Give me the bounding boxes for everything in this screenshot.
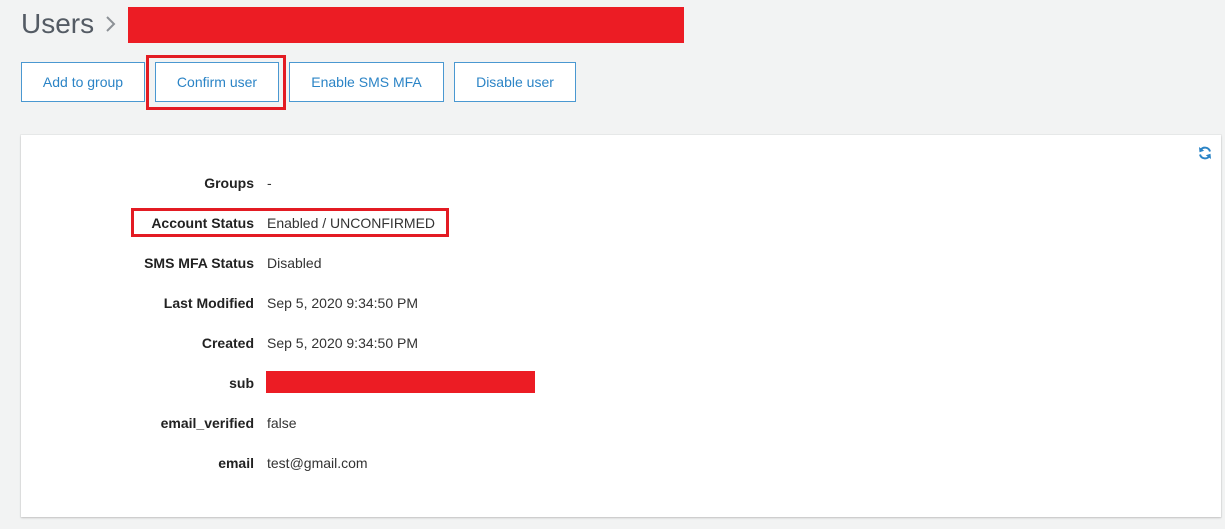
detail-row-last-modified: Last Modified Sep 5, 2020 9:34:50 PM <box>21 293 1121 313</box>
detail-value: Enabled / UNCONFIRMED <box>267 215 436 231</box>
detail-value: - <box>267 175 272 191</box>
detail-value: Sep 5, 2020 9:34:50 PM <box>267 335 418 351</box>
confirm-user-button[interactable]: Confirm user <box>155 62 279 102</box>
disable-user-button[interactable]: Disable user <box>454 62 576 102</box>
breadcrumb-users-link[interactable]: Users <box>21 6 94 42</box>
add-to-group-button[interactable]: Add to group <box>21 62 145 102</box>
detail-label: Groups <box>204 175 254 191</box>
detail-value: Disabled <box>267 255 322 271</box>
detail-row-email: email test@gmail.com <box>21 453 1121 473</box>
enable-sms-mfa-button[interactable]: Enable SMS MFA <box>289 62 444 102</box>
refresh-icon[interactable] <box>1197 145 1213 161</box>
detail-row-created: Created Sep 5, 2020 9:34:50 PM <box>21 333 1121 353</box>
detail-label: Created <box>201 335 254 351</box>
detail-label: Account Status <box>151 215 254 231</box>
detail-value: test@gmail.com <box>267 455 368 471</box>
detail-label: Last Modified <box>163 295 254 311</box>
detail-value: false <box>267 415 297 431</box>
detail-label: sub <box>229 375 254 391</box>
redacted-sub-value <box>266 371 535 393</box>
chevron-right-icon <box>105 6 119 42</box>
detail-row-sub: sub <box>21 373 1121 393</box>
user-details-panel: Groups - Account Status Enabled / UNCONF… <box>21 135 1221 517</box>
detail-value: Sep 5, 2020 9:34:50 PM <box>267 295 418 311</box>
detail-label: SMS MFA Status <box>144 255 254 271</box>
detail-row-account-status: Account Status Enabled / UNCONFIRMED <box>21 213 1121 233</box>
redacted-username <box>128 7 684 43</box>
detail-label: email <box>218 455 254 471</box>
breadcrumb: Users <box>21 4 119 44</box>
detail-label: email_verified <box>160 415 254 431</box>
detail-row-sms-mfa-status: SMS MFA Status Disabled <box>21 253 1121 273</box>
detail-row-groups: Groups - <box>21 173 1121 193</box>
detail-row-email-verified: email_verified false <box>21 413 1121 433</box>
